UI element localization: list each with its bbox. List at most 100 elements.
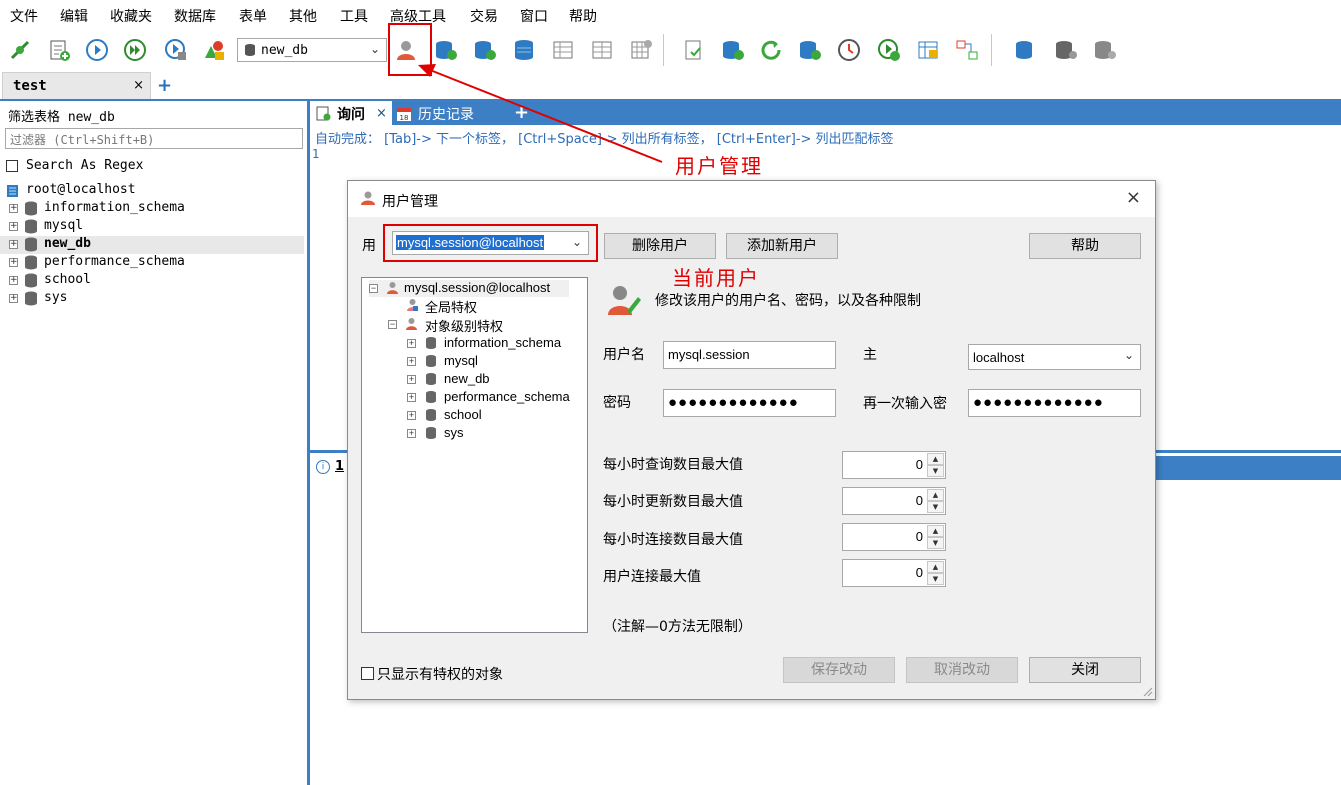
max-queries-stepper[interactable]: 0 ▲ ▼ [842, 451, 946, 479]
add-query-tab-button[interactable]: + [514, 102, 529, 123]
connect-icon[interactable] [6, 36, 34, 64]
tree-db-sys[interactable]: + sys [0, 290, 304, 308]
resize-grip-icon[interactable] [1141, 685, 1153, 697]
menu-table[interactable]: 表单 [239, 6, 267, 26]
table-grid-alt-icon[interactable] [627, 36, 655, 64]
scheduler-icon[interactable] [835, 36, 863, 64]
menu-favorites[interactable]: 收藏夹 [110, 6, 152, 26]
stepper-up-icon[interactable]: ▲ [927, 453, 944, 465]
expand-icon[interactable]: + [9, 258, 18, 267]
db-backup-icon[interactable] [796, 36, 824, 64]
schema-diagram-icon[interactable] [953, 36, 981, 64]
expand-icon[interactable]: + [407, 375, 416, 384]
tree-host[interactable]: root@localhost [0, 182, 304, 200]
check-doc-icon[interactable] [680, 36, 708, 64]
table-icon[interactable] [549, 36, 577, 64]
stepper-up-icon[interactable]: ▲ [927, 489, 944, 501]
refresh-icon[interactable] [757, 36, 785, 64]
db-schema-sync-icon[interactable] [1052, 36, 1080, 64]
new-query-icon[interactable] [45, 36, 73, 64]
max-updates-stepper[interactable]: 0 ▲ ▼ [842, 487, 946, 515]
menu-transaction[interactable]: 交易 [470, 6, 498, 26]
tree-db-label: new_db [44, 236, 91, 251]
tree-db-information-schema[interactable]: + information_schema [0, 200, 304, 218]
expand-icon[interactable]: + [407, 429, 416, 438]
expand-icon[interactable]: + [9, 240, 18, 249]
menu-tools[interactable]: 工具 [340, 6, 368, 26]
tree-priv-db[interactable]: + mysql [407, 353, 577, 371]
stepper-down-icon[interactable]: ▼ [927, 501, 944, 513]
username-input[interactable]: mysql.session [663, 341, 836, 369]
add-connection-tab-button[interactable]: + [157, 75, 172, 96]
connection-tab-test[interactable]: test × [2, 72, 151, 99]
db-import-icon[interactable] [471, 36, 499, 64]
db-data-sync-icon[interactable] [1091, 36, 1119, 64]
cancel-button[interactable]: 取消改动 [906, 657, 1018, 683]
close-icon[interactable]: × [133, 78, 144, 93]
table-grid-icon[interactable] [588, 36, 616, 64]
stepper-up-icon[interactable]: ▲ [927, 525, 944, 537]
expand-icon[interactable]: + [407, 411, 416, 420]
menu-help[interactable]: 帮助 [569, 6, 597, 26]
limit-label: 用户连接最大值 [603, 569, 701, 585]
menu-database[interactable]: 数据库 [174, 6, 216, 26]
expand-icon[interactable]: + [9, 222, 18, 231]
host-select[interactable]: localhost ⌄ [968, 344, 1141, 370]
delete-user-button[interactable]: 删除用户 [604, 233, 716, 259]
max-user-connections-stepper[interactable]: 0 ▲ ▼ [842, 559, 946, 587]
menu-other[interactable]: 其他 [289, 6, 317, 26]
stepper-down-icon[interactable]: ▼ [927, 465, 944, 477]
table-designer-icon[interactable] [914, 36, 942, 64]
menu-window[interactable]: 窗口 [520, 6, 548, 26]
collapse-icon[interactable]: − [388, 320, 397, 329]
database-select[interactable]: new_db ⌄ [237, 38, 387, 62]
confirm-password-input[interactable]: ●●●●●●●●●●●●● [968, 389, 1141, 417]
expand-icon[interactable]: + [9, 276, 18, 285]
tree-priv-db[interactable]: + sys [407, 425, 577, 443]
tree-priv-db[interactable]: + information_schema [407, 335, 577, 353]
execute-icon[interactable] [83, 36, 111, 64]
expand-icon[interactable]: + [407, 357, 416, 366]
max-connections-stepper[interactable]: 0 ▲ ▼ [842, 523, 946, 551]
db-copy-icon[interactable] [510, 36, 538, 64]
tree-priv-db[interactable]: + performance_schema [407, 389, 577, 407]
execute-step-icon[interactable] [162, 36, 190, 64]
stepper-down-icon[interactable]: ▼ [927, 537, 944, 549]
only-privileged-checkbox[interactable] [361, 667, 374, 680]
expand-icon[interactable]: + [407, 339, 416, 348]
filter-input[interactable]: 过滤器 (Ctrl+Shift+B) [5, 128, 303, 149]
menu-file[interactable]: 文件 [10, 6, 38, 26]
tree-priv-db[interactable]: + new_db [407, 371, 577, 389]
tree-db-new-db[interactable]: + new_db [0, 236, 304, 254]
save-button[interactable]: 保存改动 [783, 657, 895, 683]
db-export-icon[interactable] [432, 36, 460, 64]
db-sync-icon[interactable] [719, 36, 747, 64]
close-icon[interactable]: × [376, 106, 387, 121]
expand-icon[interactable]: + [9, 204, 18, 213]
help-button[interactable]: 帮助 [1029, 233, 1141, 259]
privilege-tree[interactable]: − mysql.session@localhost 全局特权 − 对象级别特权 … [361, 277, 588, 633]
db-connect-icon[interactable] [1012, 36, 1040, 64]
execute-export-icon[interactable] [875, 36, 903, 64]
add-user-button[interactable]: 添加新用户 [726, 233, 838, 259]
password-input[interactable]: ●●●●●●●●●●●●● [663, 389, 836, 417]
expand-icon[interactable]: + [407, 393, 416, 402]
schema-shapes-icon[interactable] [200, 36, 228, 64]
stepper-down-icon[interactable]: ▼ [927, 573, 944, 585]
tree-db-performance-schema[interactable]: + performance_schema [0, 254, 304, 272]
stepper-up-icon[interactable]: ▲ [927, 561, 944, 573]
tree-db-mysql[interactable]: + mysql [0, 218, 304, 236]
expand-icon[interactable]: + [9, 294, 18, 303]
execute-all-icon[interactable] [121, 36, 149, 64]
close-button[interactable]: 关闭 [1029, 657, 1141, 683]
close-icon[interactable]: × [1126, 187, 1141, 208]
edit-user-icon [608, 286, 641, 315]
collapse-icon[interactable]: − [369, 284, 378, 293]
menu-edit[interactable]: 编辑 [60, 6, 88, 26]
result-tab[interactable]: i 1 [310, 456, 348, 480]
tab-query[interactable]: 询问 × [310, 101, 392, 125]
tree-db-school[interactable]: + school [0, 272, 304, 290]
tree-priv-db[interactable]: + school [407, 407, 577, 425]
tree-user-root[interactable]: − mysql.session@localhost [369, 280, 569, 297]
regex-checkbox[interactable] [6, 160, 18, 172]
